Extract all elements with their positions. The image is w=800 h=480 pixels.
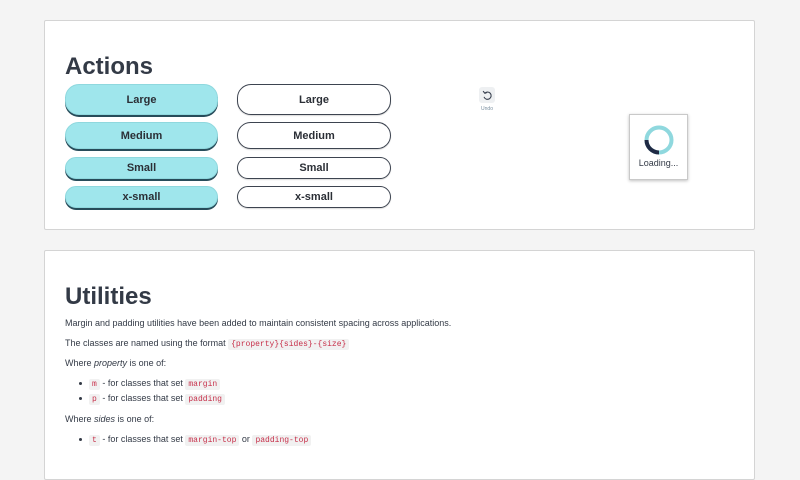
medium-outline-button[interactable]: Medium <box>237 122 391 149</box>
property-code-margin: margin <box>185 379 221 390</box>
sides-code-margin-top: margin-top <box>185 435 240 446</box>
sides-paragraph: Where sides is one of: <box>65 414 154 424</box>
where-label: Where <box>65 358 92 368</box>
undo-control[interactable]: Undo <box>477 87 497 115</box>
utilities-intro: Margin and padding utilities have been a… <box>65 318 452 328</box>
sides-code-padding-top: padding-top <box>252 435 312 446</box>
small-filled-button[interactable]: Small <box>65 157 218 179</box>
actions-title: Actions <box>65 53 154 80</box>
format-code: {property}{sides}-{size} <box>228 339 350 350</box>
sides-code-t: t <box>89 435 100 446</box>
list-item-text: - for classes that set <box>102 393 183 403</box>
small-outline-button[interactable]: Small <box>237 157 391 179</box>
x-small-filled-button[interactable]: x-small <box>65 186 218 208</box>
property-code-p: p <box>89 394 100 405</box>
loading-text: Loading... <box>638 158 679 168</box>
large-filled-button[interactable]: Large <box>65 84 218 115</box>
list-item: t - for classes that set margin-top or p… <box>78 434 312 446</box>
or-label: or <box>241 434 250 444</box>
property-code-padding: padding <box>185 394 225 405</box>
property-list: m - for classes that set margin p - for … <box>79 378 225 408</box>
undo-label: Undo <box>481 106 493 112</box>
undo-icon <box>482 90 492 100</box>
large-outline-button[interactable]: Large <box>237 84 391 115</box>
utilities-title: Utilities <box>65 283 152 310</box>
utilities-card: Utilities Margin and padding utilities h… <box>44 250 755 480</box>
list-item-text: - for classes that set <box>102 378 183 388</box>
sides-term: sides <box>94 414 116 424</box>
loading-indicator: Loading... <box>629 114 688 180</box>
format-prefix: The classes are named using the format <box>65 338 226 348</box>
where-label: Where <box>65 414 92 424</box>
is-one-of-label: is one of: <box>117 414 155 424</box>
format-paragraph: The classes are named using the format {… <box>65 338 350 350</box>
property-term: property <box>94 358 128 368</box>
list-item-text: - for classes that set <box>102 434 183 444</box>
is-one-of-label: is one of: <box>129 358 167 368</box>
actions-card: Actions Large Medium Small x-small Large… <box>44 20 755 230</box>
list-item: p - for classes that set padding <box>79 393 225 405</box>
list-item: m - for classes that set margin <box>79 378 225 390</box>
loading-spinner-icon <box>644 125 673 155</box>
property-code-m: m <box>89 379 100 390</box>
sides-list: t - for classes that set margin-top or p… <box>78 434 312 449</box>
undo-button[interactable] <box>479 87 495 103</box>
property-paragraph: Where property is one of: <box>65 358 166 368</box>
medium-filled-button[interactable]: Medium <box>65 122 218 149</box>
x-small-outline-button[interactable]: x-small <box>237 186 391 208</box>
